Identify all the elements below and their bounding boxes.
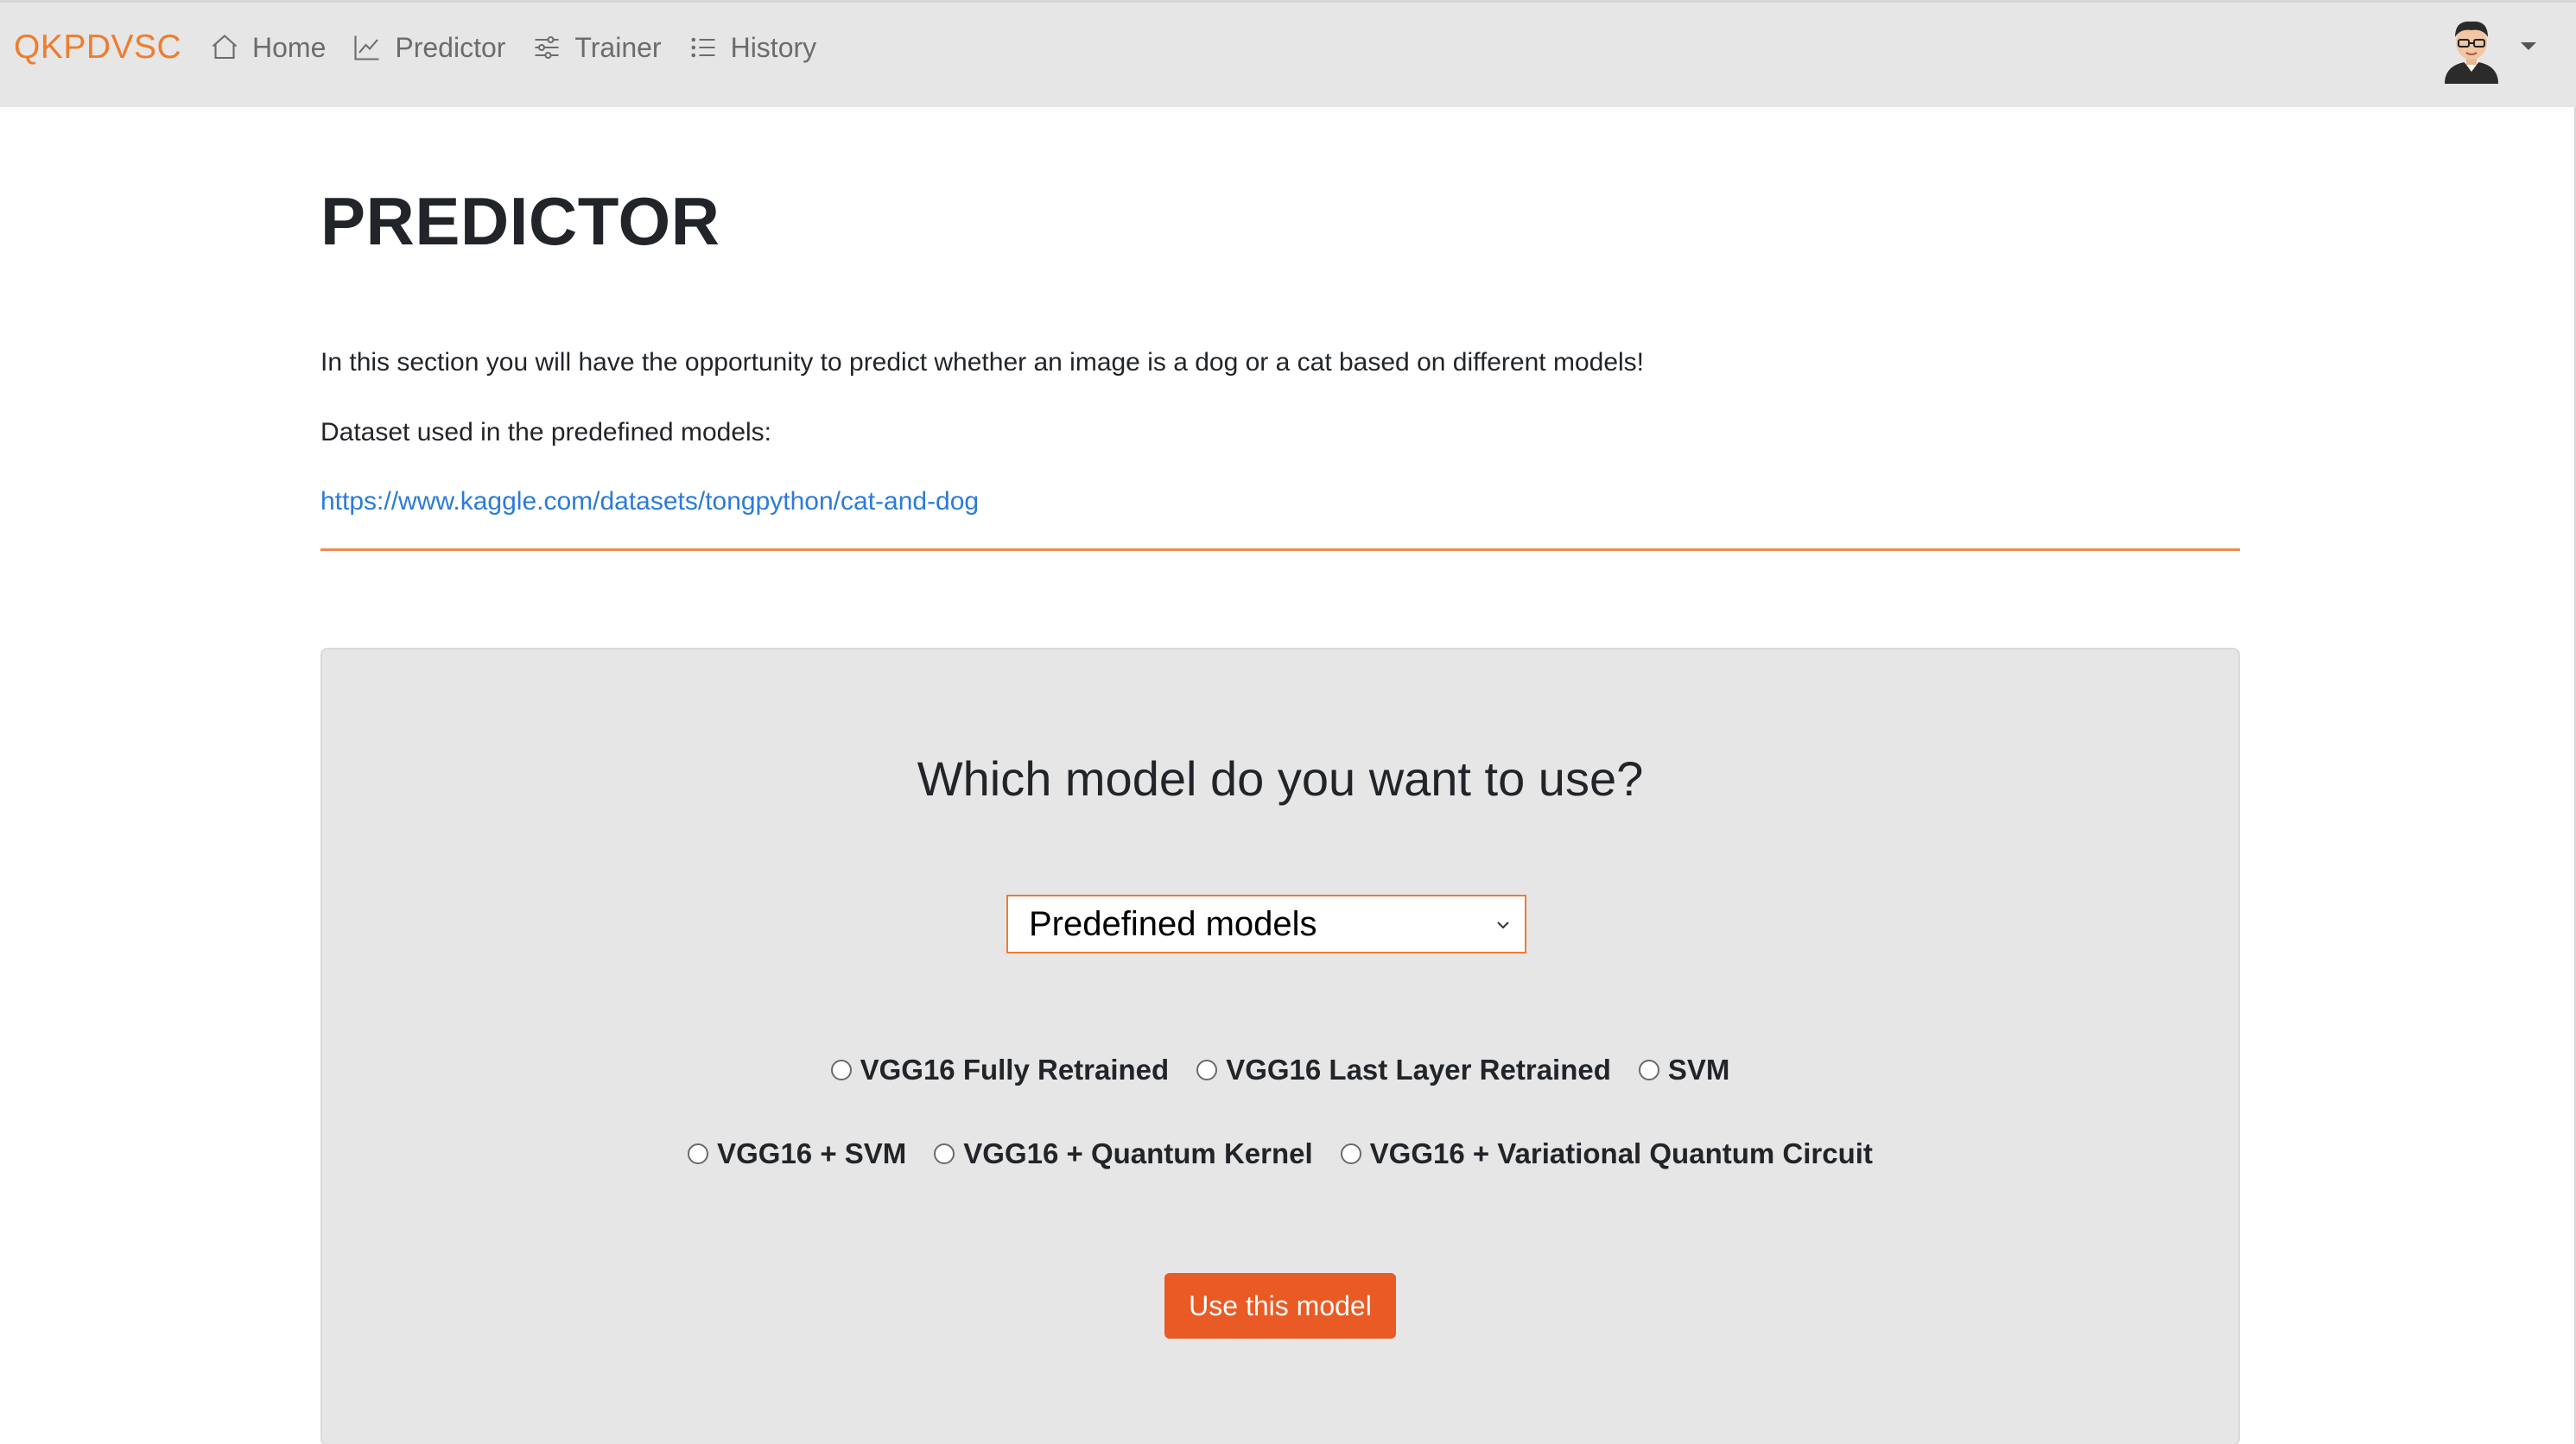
- radio-option[interactable]: VGG16 + Variational Quantum Circuit: [1340, 1135, 1873, 1173]
- nav-link-label: Home: [252, 32, 327, 63]
- user-menu[interactable]: [2438, 11, 2536, 86]
- nav-link-label: Trainer: [574, 32, 662, 63]
- radio-label[interactable]: VGG16 + SVM: [717, 1135, 906, 1173]
- list-icon: [688, 32, 719, 63]
- model-options-row-1: VGG16 Fully Retrained VGG16 Last Layer R…: [320, 1051, 2240, 1089]
- nav-link-label: Predictor: [395, 32, 506, 63]
- radio-label[interactable]: SVM: [1668, 1051, 1730, 1089]
- radio-option[interactable]: VGG16 Fully Retrained: [830, 1051, 1170, 1089]
- line-chart-icon: [352, 32, 383, 63]
- model-type-select[interactable]: Predefined models: [1006, 895, 1526, 953]
- radio-button[interactable]: [1196, 1060, 1218, 1080]
- sliders-icon: [531, 32, 562, 63]
- radio-option[interactable]: VGG16 + Quantum Kernel: [934, 1135, 1313, 1173]
- model-options-row-2: VGG16 + SVM VGG16 + Quantum Kernel VGG16…: [320, 1135, 2240, 1173]
- avatar[interactable]: [2438, 11, 2505, 84]
- radio-label[interactable]: VGG16 + Variational Quantum Circuit: [1370, 1135, 1873, 1173]
- navbar: QKPDVSC Home Predictor Trainer History: [0, 0, 2576, 107]
- house-icon: [209, 32, 240, 63]
- nav-link-history[interactable]: History: [688, 27, 817, 68]
- radio-button[interactable]: [1638, 1060, 1659, 1080]
- radio-option[interactable]: VGG16 + SVM: [688, 1135, 906, 1173]
- intro-text: In this section you will have the opport…: [320, 348, 1645, 377]
- page-title: PREDICTOR: [320, 183, 720, 259]
- dataset-link[interactable]: https://www.kaggle.com/datasets/tongpyth…: [320, 484, 979, 519]
- nav-link-predictor[interactable]: Predictor: [352, 27, 505, 68]
- chevron-down-icon: [1494, 915, 1513, 934]
- radio-button[interactable]: [688, 1143, 709, 1164]
- nav-links: Home Predictor Trainer History: [209, 27, 842, 68]
- radio-option[interactable]: VGG16 Last Layer Retrained: [1196, 1051, 1611, 1089]
- radio-label[interactable]: VGG16 Last Layer Retrained: [1226, 1051, 1611, 1089]
- radio-button[interactable]: [830, 1060, 852, 1080]
- radio-label[interactable]: VGG16 Fully Retrained: [860, 1051, 1170, 1089]
- nav-link-home[interactable]: Home: [209, 27, 326, 68]
- use-model-button[interactable]: Use this model: [1164, 1273, 1396, 1339]
- model-question: Which model do you want to use?: [917, 751, 1644, 806]
- radio-option[interactable]: SVM: [1638, 1051, 1730, 1089]
- nav-link-trainer[interactable]: Trainer: [531, 27, 662, 68]
- radio-label[interactable]: VGG16 + Quantum Kernel: [963, 1135, 1312, 1173]
- divider: [320, 548, 2240, 551]
- model-type-selected: Predefined models: [1029, 905, 1317, 943]
- dataset-label: Dataset used in the predefined models:: [320, 418, 771, 446]
- nav-link-label: History: [730, 32, 817, 63]
- radio-button[interactable]: [934, 1143, 955, 1164]
- page: QKPDVSC Home Predictor Trainer History P…: [0, 0, 2576, 1444]
- brand-logo[interactable]: QKPDVSC: [14, 27, 181, 68]
- radio-button[interactable]: [1340, 1143, 1361, 1164]
- caret-down-icon[interactable]: [2521, 42, 2536, 50]
